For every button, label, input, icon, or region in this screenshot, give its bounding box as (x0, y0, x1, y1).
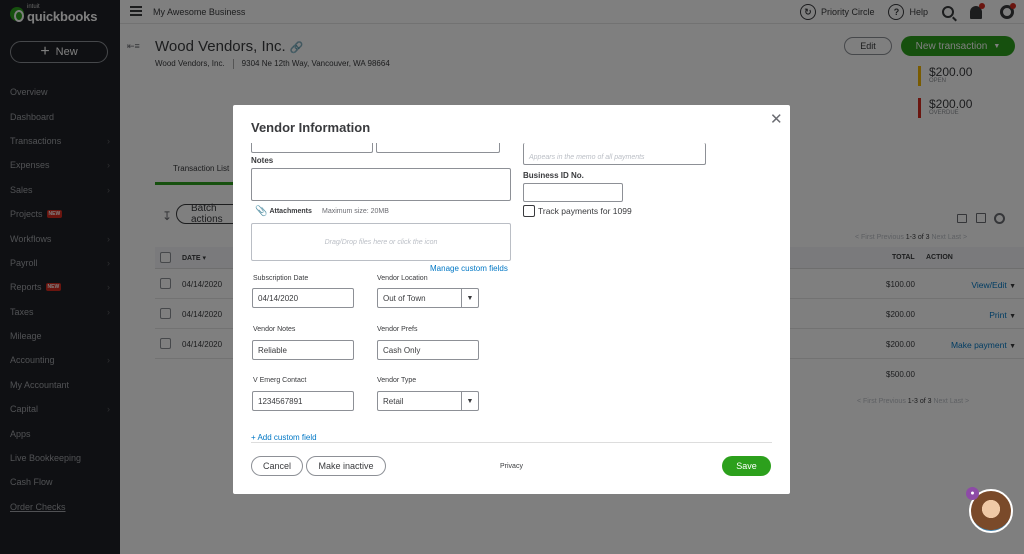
memo-placeholder: Appears in the memo of all payments (529, 154, 645, 161)
dropzone-text: Drag/Drop files here or click the icon (324, 238, 438, 246)
subscription-date-label: Subscription Date (253, 275, 309, 282)
track-1099-label: Track payments for 1099 (538, 206, 632, 216)
vendor-type-select[interactable]: Retail ▼ (377, 391, 479, 411)
partial-field-left[interactable] (251, 143, 373, 153)
modal-footer-divider (251, 442, 772, 443)
vendor-prefs-input[interactable]: Cash Only (377, 340, 479, 360)
paperclip-icon[interactable]: 📎 (255, 206, 267, 217)
privacy-link[interactable]: Privacy (500, 463, 523, 470)
manage-custom-fields-link[interactable]: Manage custom fields (430, 264, 508, 273)
cancel-button[interactable]: Cancel (251, 456, 303, 476)
partial-field-right[interactable] (376, 143, 500, 153)
notes-textarea[interactable] (251, 168, 511, 201)
track-1099-checkbox[interactable] (523, 205, 535, 217)
modal-title: Vendor Information (251, 120, 371, 135)
v-emerg-contact-input[interactable]: 1234567891 (252, 391, 354, 411)
attachments-row: 📎 Attachments (255, 206, 312, 217)
attachments-label: Attachments (269, 208, 312, 215)
notes-label: Notes (251, 156, 274, 165)
close-icon[interactable]: ✕ (770, 110, 783, 128)
vendor-location-select[interactable]: Out of Town ▼ (377, 288, 479, 308)
save-button[interactable]: Save (722, 456, 771, 476)
vendor-prefs-label: Vendor Prefs (377, 326, 418, 333)
vendor-type-value: Retail (383, 396, 404, 406)
subscription-date-input[interactable]: 04/14/2020 (252, 288, 354, 308)
make-inactive-button[interactable]: Make inactive (306, 456, 386, 476)
chat-icon[interactable]: ● (966, 487, 979, 500)
chevron-down-icon: ▼ (461, 289, 478, 307)
vendor-notes-input[interactable]: Reliable (252, 340, 354, 360)
vendor-location-label: Vendor Location (377, 275, 428, 282)
chevron-down-icon: ▼ (461, 392, 478, 410)
business-id-input[interactable] (523, 183, 623, 202)
vendor-type-label: Vendor Type (377, 377, 417, 384)
attachment-dropzone[interactable]: Drag/Drop files here or click the icon (251, 223, 511, 261)
vendor-information-modal: Vendor Information ✕ Appears in the memo… (233, 105, 790, 494)
vendor-location-value: Out of Town (383, 293, 426, 303)
vendor-notes-label: Vendor Notes (253, 326, 296, 333)
add-custom-field-link[interactable]: + Add custom field (251, 433, 317, 442)
business-id-label: Business ID No. (523, 171, 584, 180)
v-emerg-contact-label: V Emerg Contact (253, 377, 307, 384)
max-size-text: Maximum size: 20MB (322, 208, 389, 215)
memo-input[interactable]: Appears in the memo of all payments (523, 143, 706, 165)
